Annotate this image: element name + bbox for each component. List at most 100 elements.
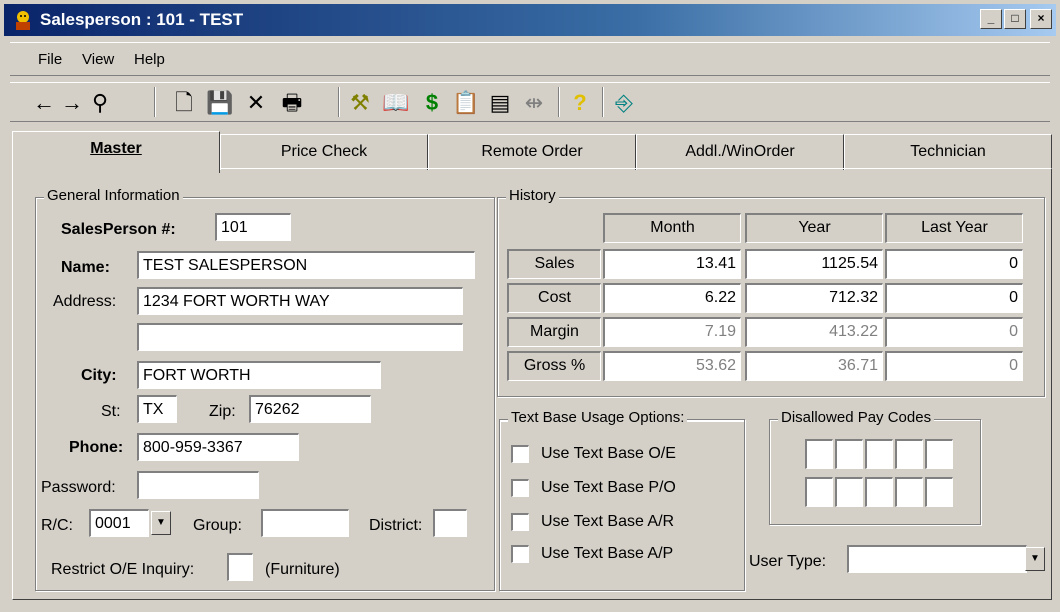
history-cell: 1125.54 xyxy=(745,249,883,279)
history-cell: 0 xyxy=(885,317,1023,347)
toolbar-separator xyxy=(338,87,340,117)
close-button[interactable]: × xyxy=(1030,9,1052,29)
pay-code-field[interactable] xyxy=(925,477,953,507)
text-base-ap-checkbox[interactable] xyxy=(511,545,529,563)
pay-code-field[interactable] xyxy=(925,439,953,469)
toolbar-separator xyxy=(602,87,604,117)
history-cell: 0 xyxy=(885,249,1023,279)
district-field[interactable] xyxy=(433,509,467,537)
printer-icon[interactable]: 🖶 xyxy=(278,89,306,117)
password-label: Password: xyxy=(41,479,116,496)
dollar-icon[interactable]: $ xyxy=(418,89,446,117)
city-label: City: xyxy=(81,367,117,384)
pay-code-field[interactable] xyxy=(805,439,833,469)
menu-view[interactable]: View xyxy=(82,51,114,68)
master-tab-page: General Information SalesPerson #: 101 N… xyxy=(12,168,1052,600)
restrict-oe-label: Restrict O/E Inquiry: xyxy=(51,561,195,578)
state-label: St: xyxy=(101,403,121,420)
history-header-year: Year xyxy=(745,213,883,243)
person-search-icon[interactable]: ⚒ xyxy=(346,89,374,117)
pay-code-field[interactable] xyxy=(835,477,863,507)
zip-label: Zip: xyxy=(209,403,236,420)
toolbar-separator xyxy=(558,87,560,117)
history-cell: 0 xyxy=(885,283,1023,313)
history-row-sales: Sales xyxy=(507,249,601,279)
history-cell: 7.19 xyxy=(603,317,741,347)
delete-icon[interactable]: ✕ xyxy=(242,89,270,117)
pay-code-field[interactable] xyxy=(805,477,833,507)
menu-file[interactable]: File xyxy=(38,51,62,68)
salesperson-number-field[interactable]: 101 xyxy=(215,213,291,241)
minimize-button[interactable]: _ xyxy=(980,9,1002,29)
address-line1-field[interactable]: 1234 FORT WORTH WAY xyxy=(137,287,463,315)
menu-help[interactable]: Help xyxy=(134,51,165,68)
history-cell: 13.41 xyxy=(603,249,741,279)
pay-code-field[interactable] xyxy=(865,439,893,469)
save-disk-icon[interactable]: 💾 xyxy=(206,89,234,117)
pay-code-field[interactable] xyxy=(865,477,893,507)
history-cell: 36.71 xyxy=(745,351,883,381)
pay-code-field[interactable] xyxy=(895,439,923,469)
pay-code-field[interactable] xyxy=(895,477,923,507)
tab-remote-order[interactable]: Remote Order xyxy=(428,134,636,170)
history-row-margin: Margin xyxy=(507,317,601,347)
group-field[interactable] xyxy=(261,509,349,537)
new-document-icon[interactable]: 🗋 xyxy=(170,89,198,117)
state-field[interactable]: TX xyxy=(137,395,177,423)
text-base-oe-label: Use Text Base O/E xyxy=(541,445,676,462)
history-cell: 413.22 xyxy=(745,317,883,347)
history-header-last-year: Last Year xyxy=(885,213,1023,243)
salesperson-app-icon xyxy=(16,11,30,30)
salesperson-number-label: SalesPerson #: xyxy=(61,221,176,238)
group-title: Text Base Usage Options: xyxy=(508,409,688,426)
compare-icon[interactable]: ⇹ xyxy=(520,89,548,117)
rc-label: R/C: xyxy=(41,517,73,534)
salesperson-window: Salesperson : 101 - TEST _ □ × File View… xyxy=(0,0,1060,612)
tab-price-check[interactable]: Price Check xyxy=(220,134,428,170)
book-icon[interactable]: 📖 xyxy=(382,89,410,117)
clipboard-icon[interactable]: 📋 xyxy=(452,89,480,117)
menu-bar: File View Help xyxy=(10,42,1050,76)
chevron-down-icon[interactable]: ▼ xyxy=(1025,547,1045,571)
group-title: General Information xyxy=(44,187,183,204)
rc-combobox[interactable]: 0001 xyxy=(89,509,149,537)
history-cell: 712.32 xyxy=(745,283,883,313)
history-cell: 0 xyxy=(885,351,1023,381)
group-title: History xyxy=(506,187,559,204)
exit-door-icon[interactable]: ⎆ xyxy=(610,89,638,117)
tab-technician[interactable]: Technician xyxy=(844,134,1052,170)
name-label: Name: xyxy=(61,259,110,276)
text-base-ar-checkbox[interactable] xyxy=(511,513,529,531)
phone-field[interactable]: 800-959-3367 xyxy=(137,433,299,461)
text-base-ap-label: Use Text Base A/P xyxy=(541,545,674,562)
window-title: Salesperson : 101 - TEST xyxy=(40,10,244,29)
list-icon[interactable]: ▤ xyxy=(486,89,514,117)
user-type-combobox[interactable] xyxy=(847,545,1027,573)
text-base-po-checkbox[interactable] xyxy=(511,479,529,497)
tab-master[interactable]: Master xyxy=(12,131,220,173)
address-line2-field[interactable] xyxy=(137,323,463,351)
pay-code-field[interactable] xyxy=(835,439,863,469)
group-title: Disallowed Pay Codes xyxy=(778,409,935,426)
binoculars-icon[interactable]: ⚲ xyxy=(86,89,114,117)
district-label: District: xyxy=(369,517,423,534)
forward-arrow-icon[interactable]: → xyxy=(58,89,86,117)
text-base-oe-checkbox[interactable] xyxy=(511,445,529,463)
zip-field[interactable]: 76262 xyxy=(249,395,371,423)
help-question-icon[interactable]: ? xyxy=(566,89,594,117)
back-arrow-icon[interactable]: ← xyxy=(30,89,58,117)
chevron-down-icon[interactable]: ▼ xyxy=(151,511,171,535)
history-cell: 53.62 xyxy=(603,351,741,381)
restrict-oe-field[interactable] xyxy=(227,553,253,581)
history-row-gross: Gross % xyxy=(507,351,601,381)
group-label: Group: xyxy=(193,517,242,534)
tab-addl-winorder[interactable]: Addl./WinOrder xyxy=(636,134,844,170)
password-field[interactable] xyxy=(137,471,259,499)
maximize-button[interactable]: □ xyxy=(1004,9,1026,29)
city-field[interactable]: FORT WORTH xyxy=(137,361,381,389)
history-header-month: Month xyxy=(603,213,741,243)
name-field[interactable]: TEST SALESPERSON xyxy=(137,251,475,279)
text-base-ar-label: Use Text Base A/R xyxy=(541,513,675,530)
toolbar: ← → ⚲ 🗋 💾 ✕ 🖶 ⚒ 📖 $ 📋 ▤ ⇹ ? ⎆ xyxy=(10,82,1050,122)
title-bar[interactable]: Salesperson : 101 - TEST _ □ × xyxy=(4,4,1056,36)
